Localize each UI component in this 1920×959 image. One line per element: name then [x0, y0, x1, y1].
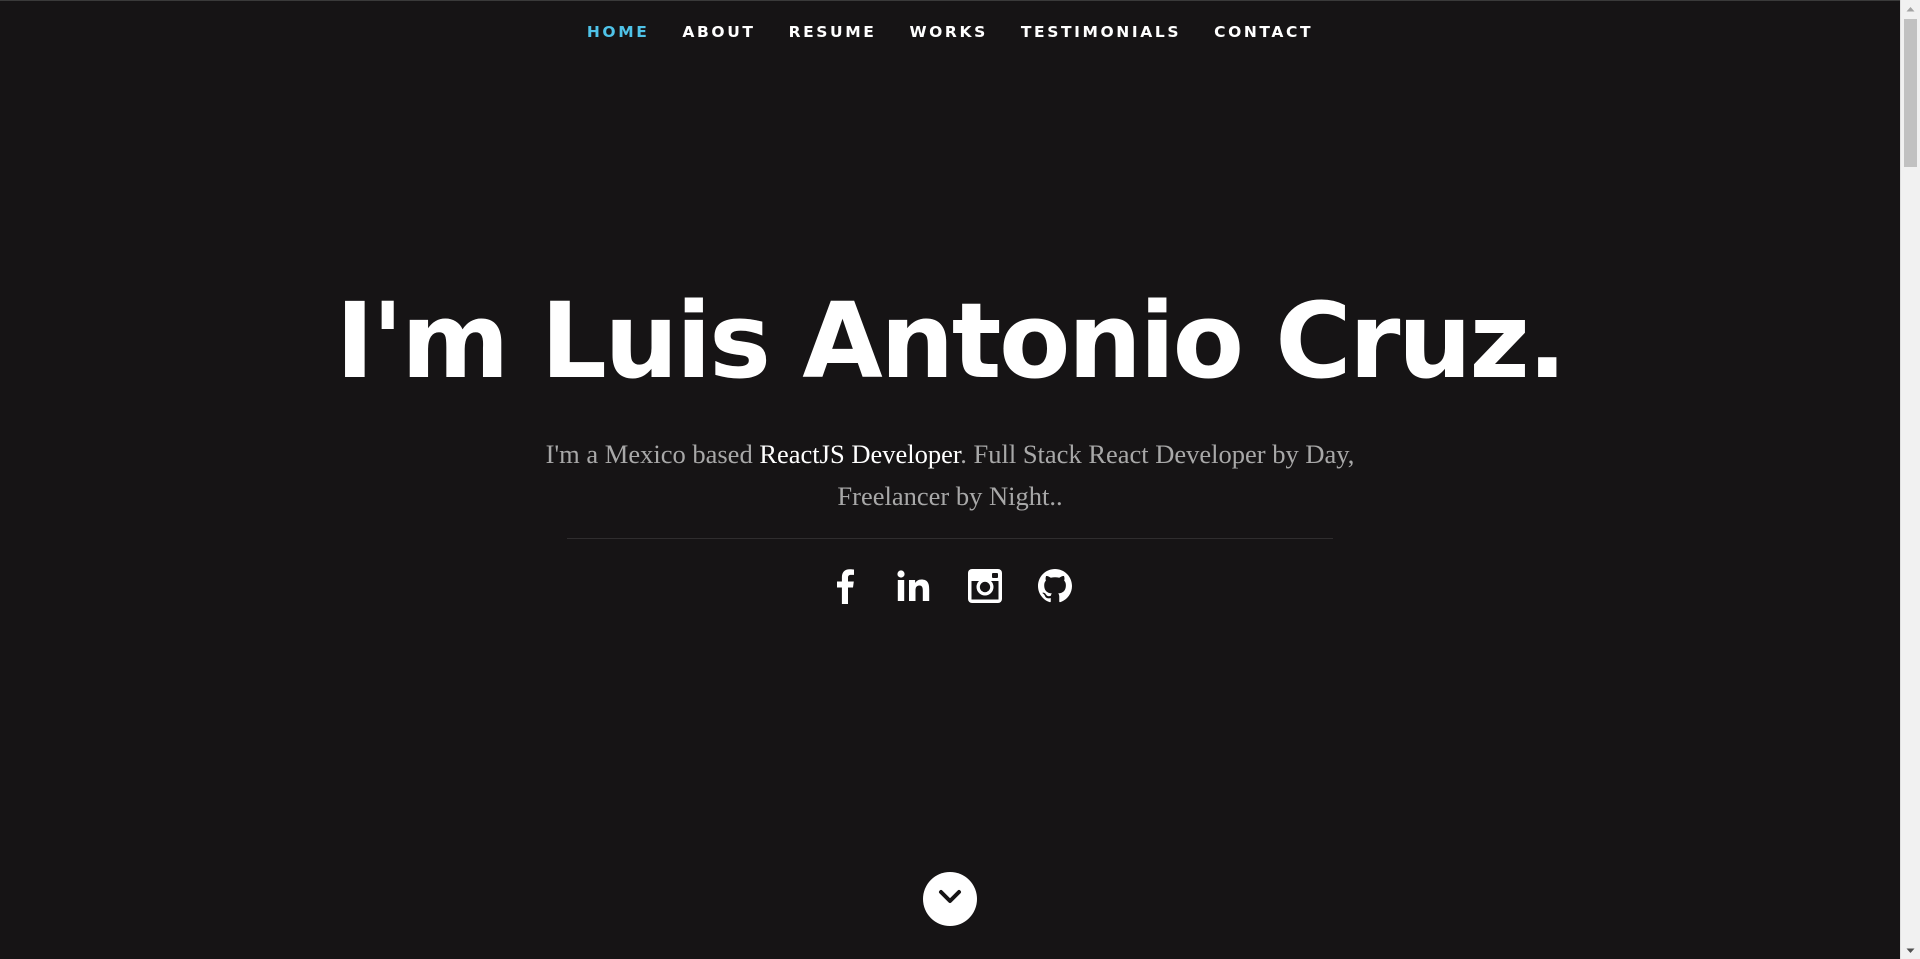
- scrollbar-thumb[interactable]: [1904, 19, 1917, 167]
- nav-list: HOME ABOUT RESUME WORKS TESTIMONIALS CON…: [570, 23, 1329, 42]
- linkedin-icon: [897, 570, 933, 602]
- page-scrollbar[interactable]: [1900, 0, 1920, 959]
- nav-item-works[interactable]: WORKS: [909, 23, 987, 41]
- hero-intro-lead: I'm a Mexico based: [545, 439, 760, 469]
- github-icon: [1038, 569, 1072, 603]
- hero-headline: I'm Luis Antonio Cruz.: [335, 280, 1567, 402]
- nav-item-about[interactable]: ABOUT: [682, 23, 755, 41]
- nav-item-resume[interactable]: RESUME: [789, 23, 877, 41]
- linkedin-link[interactable]: [897, 566, 933, 606]
- page: HOME ABOUT RESUME WORKS TESTIMONIALS CON…: [0, 0, 1920, 959]
- main-nav: HOME ABOUT RESUME WORKS TESTIMONIALS CON…: [0, 1, 1900, 61]
- facebook-link[interactable]: [827, 566, 863, 606]
- scroll-down-button[interactable]: [923, 872, 977, 926]
- browser-viewport: HOME ABOUT RESUME WORKS TESTIMONIALS CON…: [0, 0, 1900, 959]
- hero-divider: [567, 538, 1333, 539]
- instagram-link[interactable]: [967, 566, 1003, 606]
- hero-role-highlight: ReactJS Developer: [759, 439, 961, 469]
- instagram-icon: [968, 569, 1002, 603]
- scroll-up-arrow-icon[interactable]: [1901, 0, 1920, 17]
- chevron-down-icon: [938, 889, 962, 910]
- hero-intro: I'm a Mexico based ReactJS Developer. Fu…: [510, 433, 1390, 517]
- nav-item-testimonials[interactable]: TESTIMONIALS: [1021, 23, 1181, 41]
- scroll-down-arrow-icon[interactable]: [1901, 942, 1920, 959]
- github-link[interactable]: [1037, 566, 1073, 606]
- nav-item-home[interactable]: HOME: [587, 23, 650, 41]
- nav-item-contact[interactable]: CONTACT: [1214, 23, 1313, 41]
- social-links: [0, 566, 1900, 606]
- facebook-icon: [836, 568, 854, 604]
